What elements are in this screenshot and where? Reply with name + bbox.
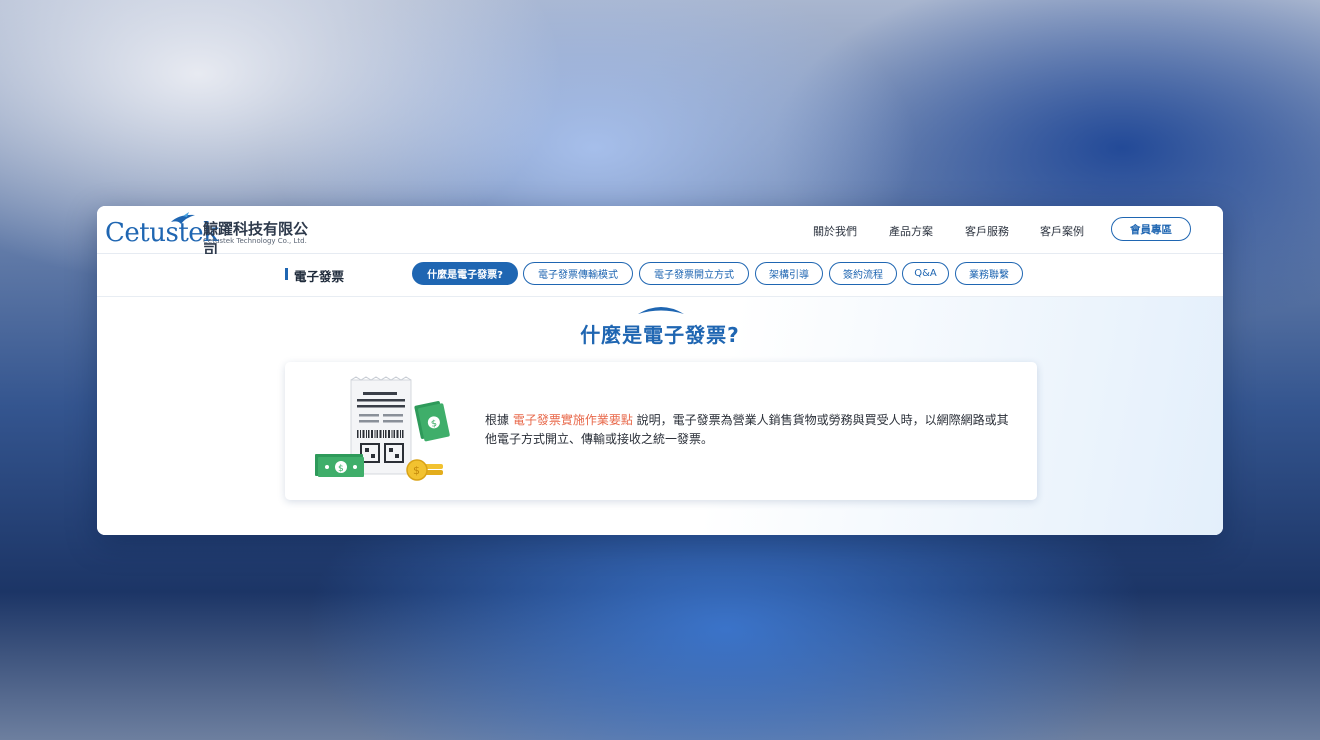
svg-text:$: $ (413, 464, 420, 477)
svg-text:$: $ (338, 464, 344, 474)
regulation-link[interactable]: 電子發票實施作業要點 (513, 413, 633, 427)
nav-service[interactable]: 客戶服務 (965, 223, 1009, 239)
section-marker (285, 268, 288, 280)
nav-cases[interactable]: 客戶案例 (1040, 223, 1084, 239)
member-area-button[interactable]: 會員專區 (1111, 217, 1191, 241)
site-header: Cetustek 鯨躍科技有限公司 Cetustek Technology Co… (97, 206, 1223, 259)
tab-architecture-guide[interactable]: 架構引導 (755, 262, 823, 285)
logo-wordmark: Cetustek (105, 218, 219, 248)
receipt-money-illustration: $ $ $ (315, 376, 450, 481)
tab-contract-process[interactable]: 簽約流程 (829, 262, 897, 285)
tab-qa[interactable]: Q&A (902, 262, 949, 285)
section-title: 電子發票 (294, 269, 345, 284)
main-content: 什麼是電子發票? $ $ $ 根據 電子發票實施作業要點 說明，電子發票為營業人… (97, 297, 1223, 535)
arc-icon (638, 307, 684, 314)
site-logo[interactable]: Cetustek 鯨躍科技有限公司 Cetustek Technology Co… (105, 212, 321, 259)
tab-what-is-einvoice[interactable]: 什麼是電子發票? (412, 262, 518, 285)
sub-navigation: 電子發票 什麼是電子發票? 電子發票傳輸模式 電子發票開立方式 架構引導 簽約流… (97, 254, 1223, 297)
browser-window: Cetustek 鯨躍科技有限公司 Cetustek Technology Co… (97, 206, 1223, 535)
tab-business-contact[interactable]: 業務聯繫 (955, 262, 1023, 285)
nav-products[interactable]: 產品方案 (889, 223, 933, 239)
page-heading: 什麼是電子發票? (580, 323, 740, 347)
whale-bird-icon (171, 212, 195, 224)
tab-transmission-mode[interactable]: 電子發票傳輸模式 (523, 262, 633, 285)
nav-about[interactable]: 關於我們 (813, 223, 857, 239)
desc-prefix: 根據 (485, 413, 513, 427)
einvoice-description: 根據 電子發票實施作業要點 說明，電子發票為營業人銷售貨物或勞務與買受人時，以網… (485, 411, 1020, 449)
info-card: $ $ $ 根據 電子發票實施作業要點 說明，電子發票為營業人銷售貨物或勞務與買… (285, 362, 1037, 500)
company-name-en: Cetustek Technology Co., Ltd. (203, 237, 307, 245)
tab-issuing-method[interactable]: 電子發票開立方式 (639, 262, 749, 285)
